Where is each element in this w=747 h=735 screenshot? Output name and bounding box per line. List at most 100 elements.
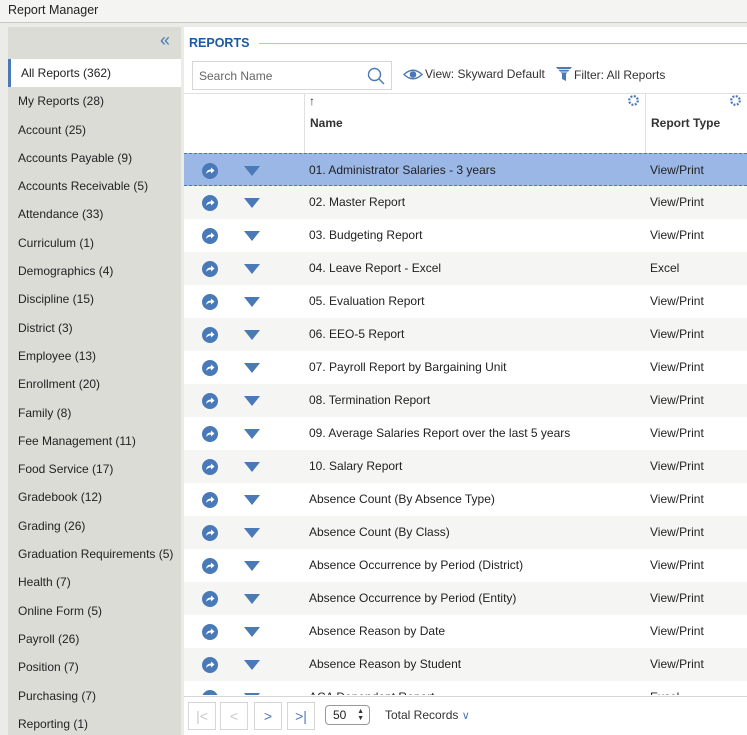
table-row[interactable]: 06. EEO-5 Report View/Print xyxy=(184,318,747,351)
report-name[interactable]: 06. EEO-5 Report xyxy=(309,327,404,341)
sidebar-item[interactable]: Payroll (26) xyxy=(8,625,181,653)
sidebar-item[interactable]: My Reports (28) xyxy=(8,87,181,115)
row-menu-icon[interactable] xyxy=(244,198,260,208)
sidebar-item[interactable]: Reporting (1) xyxy=(8,710,181,735)
report-name[interactable]: Absence Reason by Date xyxy=(309,624,445,638)
report-name[interactable]: Absence Occurrence by Period (Entity) xyxy=(309,591,516,605)
run-report-icon[interactable] xyxy=(202,360,218,376)
row-menu-icon[interactable] xyxy=(244,462,260,472)
table-row[interactable]: 05. Evaluation Report View/Print xyxy=(184,285,747,318)
run-report-icon[interactable] xyxy=(202,624,218,640)
header-report-type[interactable]: Report Type xyxy=(646,94,747,154)
report-name[interactable]: 09. Average Salaries Report over the las… xyxy=(309,426,570,440)
sidebar-item[interactable]: Curriculum (1) xyxy=(8,229,181,257)
next-page-button[interactable]: > xyxy=(254,702,282,730)
run-report-icon[interactable] xyxy=(202,261,218,277)
table-row[interactable]: Absence Count (By Absence Type) View/Prin… xyxy=(184,483,747,516)
sidebar-item[interactable]: Food Service (17) xyxy=(8,455,181,483)
table-row[interactable]: 01. Administrator Salaries - 3 years View… xyxy=(184,153,747,186)
run-report-icon[interactable] xyxy=(202,525,218,541)
run-report-icon[interactable] xyxy=(202,492,218,508)
run-report-icon[interactable] xyxy=(202,690,218,695)
sidebar-item[interactable]: Graduation Requirements (5) xyxy=(8,540,181,568)
search-input[interactable] xyxy=(193,62,358,89)
run-report-icon[interactable] xyxy=(202,294,218,310)
row-menu-icon[interactable] xyxy=(244,363,260,373)
table-row[interactable]: Absence Reason by Date View/Print xyxy=(184,615,747,648)
row-menu-icon[interactable] xyxy=(244,166,260,176)
double-chevron-left-icon[interactable]: « xyxy=(155,31,175,50)
view-selector[interactable]: View: Skyward Default xyxy=(402,67,545,81)
last-page-button[interactable]: >| xyxy=(287,702,315,730)
sidebar-item[interactable]: Health (7) xyxy=(8,568,181,596)
table-row[interactable]: ACA Dependent Report Excel xyxy=(184,681,747,695)
row-menu-icon[interactable] xyxy=(244,495,260,505)
run-report-icon[interactable] xyxy=(202,163,218,179)
run-report-icon[interactable] xyxy=(202,426,218,442)
table-row[interactable]: 07. Payroll Report by Bargaining Unit Vie… xyxy=(184,351,747,384)
report-name[interactable]: 04. Leave Report - Excel xyxy=(309,261,441,275)
run-report-icon[interactable] xyxy=(202,327,218,343)
prev-page-button[interactable]: < xyxy=(220,702,248,730)
sidebar-item[interactable]: Online Form (5) xyxy=(8,597,181,625)
report-name[interactable]: 05. Evaluation Report xyxy=(309,294,424,308)
sidebar-item[interactable]: Enrollment (20) xyxy=(8,370,181,398)
search-box[interactable] xyxy=(192,61,392,90)
header-name[interactable]: ↑ Name xyxy=(305,94,646,154)
sidebar-item[interactable]: Gradebook (12) xyxy=(8,483,181,511)
row-menu-icon[interactable] xyxy=(244,561,260,571)
report-name[interactable]: Absence Count (By Class) xyxy=(309,525,450,539)
report-name[interactable]: Absence Occurrence by Period (District) xyxy=(309,558,523,572)
sidebar-item[interactable]: Position (7) xyxy=(8,653,181,681)
report-name[interactable]: Absence Reason by Student xyxy=(309,657,461,671)
column-name-label[interactable]: Name xyxy=(310,116,343,130)
run-report-icon[interactable] xyxy=(202,459,218,475)
row-menu-icon[interactable] xyxy=(244,330,260,340)
gear-icon[interactable] xyxy=(627,94,640,107)
row-menu-icon[interactable] xyxy=(244,627,260,637)
page-size-select[interactable]: 50 ▲ ▼ xyxy=(325,705,370,725)
row-menu-icon[interactable] xyxy=(244,231,260,241)
report-name[interactable]: 08. Termination Report xyxy=(309,393,430,407)
report-name[interactable]: ACA Dependent Report xyxy=(309,690,434,695)
sidebar-item[interactable]: Account (25) xyxy=(8,116,181,144)
filter-selector[interactable]: Filter: All Reports xyxy=(556,67,665,82)
table-row[interactable]: 08. Termination Report View/Print xyxy=(184,384,747,417)
run-report-icon[interactable] xyxy=(202,195,218,211)
sidebar-item[interactable]: Discipline (15) xyxy=(8,285,181,313)
sidebar-item[interactable]: Accounts Receivable (5) xyxy=(8,172,181,200)
row-menu-icon[interactable] xyxy=(244,264,260,274)
table-row[interactable]: Absence Occurrence by Period (Entity) Vie… xyxy=(184,582,747,615)
report-name[interactable]: 01. Administrator Salaries - 3 years xyxy=(309,163,496,177)
row-menu-icon[interactable] xyxy=(244,660,260,670)
run-report-icon[interactable] xyxy=(202,558,218,574)
report-name[interactable]: Absence Count (By Absence Type) xyxy=(309,492,495,506)
run-report-icon[interactable] xyxy=(202,591,218,607)
row-menu-icon[interactable] xyxy=(244,396,260,406)
row-menu-icon[interactable] xyxy=(244,528,260,538)
table-row[interactable]: 02. Master Report View/Print xyxy=(184,186,747,219)
first-page-button[interactable]: |< xyxy=(188,702,216,730)
sidebar-item[interactable]: Demographics (4) xyxy=(8,257,181,285)
sidebar-item[interactable]: Attendance (33) xyxy=(8,200,181,228)
sidebar-item[interactable]: Fee Management (11) xyxy=(8,427,181,455)
table-row[interactable]: 09. Average Salaries Report over the las… xyxy=(184,417,747,450)
table-row[interactable]: Absence Count (By Class) View/Print xyxy=(184,516,747,549)
table-row[interactable]: Absence Occurrence by Period (District) V… xyxy=(184,549,747,582)
sidebar-item[interactable]: All Reports (362) xyxy=(8,59,181,88)
sort-ascending-icon[interactable]: ↑ xyxy=(309,94,315,108)
row-menu-icon[interactable] xyxy=(244,297,260,307)
run-report-icon[interactable] xyxy=(202,393,218,409)
report-name[interactable]: 07. Payroll Report by Bargaining Unit xyxy=(309,360,506,374)
run-report-icon[interactable] xyxy=(202,657,218,673)
sidebar-item[interactable]: Employee (13) xyxy=(8,342,181,370)
column-type-label[interactable]: Report Type xyxy=(651,116,720,130)
report-name[interactable]: 02. Master Report xyxy=(309,195,405,209)
report-name[interactable]: 03. Budgeting Report xyxy=(309,228,422,242)
table-row[interactable]: 04. Leave Report - Excel Excel xyxy=(184,252,747,285)
sidebar-item[interactable]: Grading (26) xyxy=(8,512,181,540)
sidebar-item[interactable]: District (3) xyxy=(8,314,181,342)
row-menu-icon[interactable] xyxy=(244,693,260,695)
search-icon[interactable] xyxy=(367,67,385,85)
table-row[interactable]: Absence Reason by Student View/Print xyxy=(184,648,747,681)
